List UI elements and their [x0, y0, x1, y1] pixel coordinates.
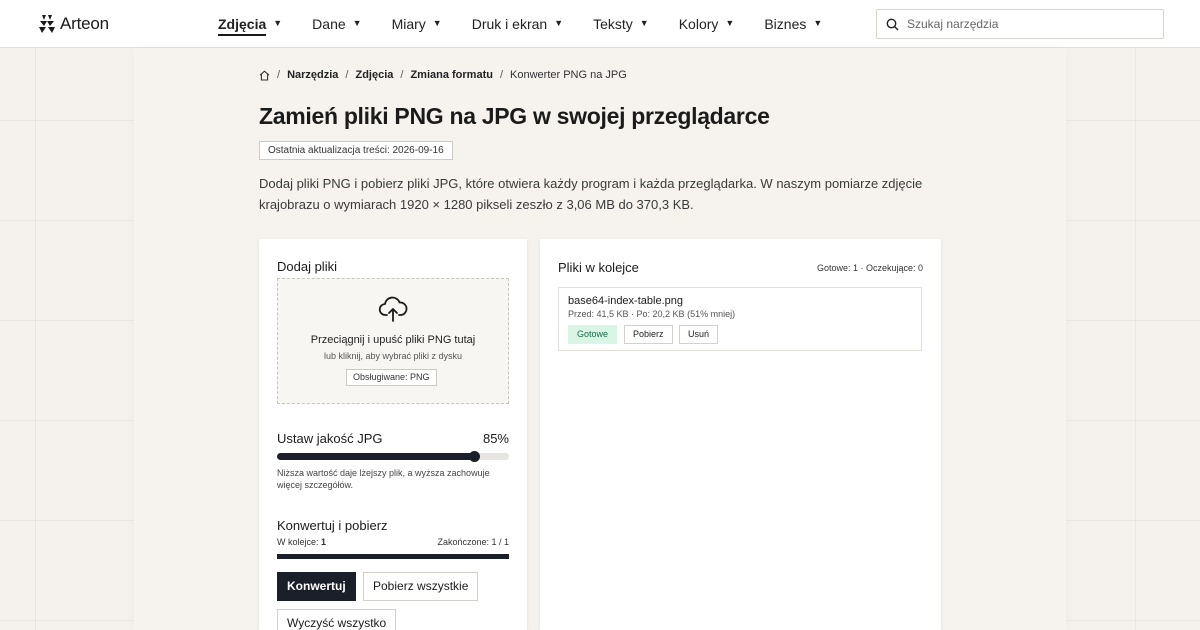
nav-item-label: Kolory: [678, 16, 719, 32]
convert-title: Konwertuj i pobierz: [277, 518, 388, 533]
converter-card: Dodaj pliki Przeciągnij i upuść pliki PN…: [259, 239, 527, 630]
upload-title: Dodaj pliki: [277, 259, 337, 274]
caret-down-icon: ▼: [813, 18, 823, 28]
cloud-upload-icon: [378, 296, 408, 322]
conversion-progress-bar: [277, 554, 509, 559]
main-nav: Zdjęcia ▼ Dane ▼ Miary ▼ Druk i ekran ▼ …: [218, 16, 852, 36]
page-description: Dodaj pliki PNG i pobierz pliki JPG, któ…: [259, 176, 923, 212]
queued-value: 1: [321, 537, 327, 547]
nav-item-label: Zdjęcia: [218, 16, 267, 36]
breadcrumb-link-zmiana-formatu[interactable]: Zmiana formatu: [410, 69, 493, 81]
home-icon[interactable]: [259, 69, 270, 81]
status-badge: Gotowe: [568, 325, 618, 344]
remove-button[interactable]: Usuń: [679, 325, 719, 344]
brand-logo[interactable]: Arteon: [39, 14, 109, 34]
breadcrumb-separator: /: [499, 69, 504, 81]
breadcrumb-separator: /: [345, 69, 349, 81]
nav-item-label: Biznes: [764, 16, 807, 32]
nav-item-druk-i-ekran[interactable]: Druk i ekran ▼: [472, 16, 563, 36]
breadcrumb-link-narzedzia[interactable]: Narzędzia: [287, 69, 338, 81]
queue-card: Pliki w kolejce Gotowe: 1 · Oczekujące: …: [540, 239, 941, 630]
breadcrumb-current: Konwerter PNG na JPG: [510, 69, 627, 81]
nav-item-zdjecia[interactable]: Zdjęcia ▼: [218, 16, 282, 36]
caret-down-icon: ▼: [352, 18, 362, 28]
quality-value: 85%: [482, 431, 509, 446]
download-all-button[interactable]: Pobierz wszystkie: [363, 572, 479, 601]
queue-item: base64-index-table.png Przed: 41,5 KB · …: [558, 287, 922, 351]
nav-item-kolory[interactable]: Kolory ▼: [679, 16, 735, 36]
clear-all-button[interactable]: Wyczyść wszystko: [277, 609, 397, 630]
quality-title: Ustaw jakość JPG: [277, 431, 383, 446]
top-navigation-bar: Arteon Zdjęcia ▼ Dane ▼ Miary ▼ Druk i e…: [0, 0, 1200, 48]
page-title: Zamień pliki PNG na JPG w swojej przeglą…: [259, 103, 770, 129]
quality-slider[interactable]: [277, 451, 509, 462]
quality-hint: Niższa wartość daje lżejszy plik, a wyżs…: [277, 468, 490, 490]
file-dropzone[interactable]: Przeciągnij i upuść pliki PNG tutaj lub …: [277, 278, 509, 404]
queue-item-sizes: Przed: 41,5 KB · Po: 20,2 KB (51% mniej): [568, 309, 736, 319]
dropzone-main-text: Przeciągnij i upuść pliki PNG tutaj: [310, 334, 476, 346]
caret-down-icon: ▼: [554, 18, 564, 28]
queue-item-filename: base64-index-table.png: [568, 295, 683, 307]
download-button[interactable]: Pobierz: [624, 325, 673, 344]
caret-down-icon: ▼: [639, 18, 649, 28]
caret-down-icon: ▼: [432, 18, 442, 28]
breadcrumb-separator: /: [277, 69, 281, 81]
last-updated-badge: Ostatnia aktualizacja treści: 2026-09-16: [259, 141, 453, 160]
nav-item-miary[interactable]: Miary ▼: [392, 16, 442, 36]
queue-stats: Gotowe: 1 · Oczekujące: 0: [816, 263, 923, 273]
quality-slider-thumb[interactable]: [469, 451, 481, 462]
search-input[interactable]: [907, 17, 1147, 31]
nav-item-label: Teksty: [593, 16, 633, 32]
nav-item-dane[interactable]: Dane ▼: [312, 16, 361, 36]
search-box: [876, 9, 1164, 39]
breadcrumb-separator: /: [400, 69, 404, 81]
dropzone-sub-text: lub kliknij, aby wybrać pliki z dysku: [323, 351, 463, 361]
nav-item-label: Miary: [391, 16, 426, 32]
breadcrumb-link-zdjecia[interactable]: Zdjęcia: [355, 69, 393, 81]
queue-title: Pliki w kolejce: [558, 260, 639, 275]
brand-logo-icon: [39, 15, 55, 33]
convert-button[interactable]: Konwertuj: [277, 572, 356, 601]
caret-down-icon: ▼: [725, 18, 735, 28]
nav-item-biznes[interactable]: Biznes ▼: [764, 16, 822, 36]
quality-slider-fill: [277, 453, 475, 460]
completed-count: Zakończone: 1 / 1: [437, 537, 509, 547]
supported-formats-badge: Obsługiwane: PNG: [346, 369, 437, 386]
nav-item-teksty[interactable]: Teksty ▼: [593, 16, 649, 36]
caret-down-icon: ▼: [273, 18, 283, 28]
queued-count: W kolejce: 1: [277, 537, 326, 547]
queued-label: W kolejce:: [277, 537, 319, 547]
breadcrumb: / Narzędzia / Zdjęcia / Zmiana formatu /…: [259, 69, 627, 81]
brand-name: Arteon: [60, 14, 109, 33]
search-icon: [886, 18, 899, 30]
nav-item-label: Druk i ekran: [471, 16, 548, 32]
nav-item-label: Dane: [312, 16, 346, 32]
